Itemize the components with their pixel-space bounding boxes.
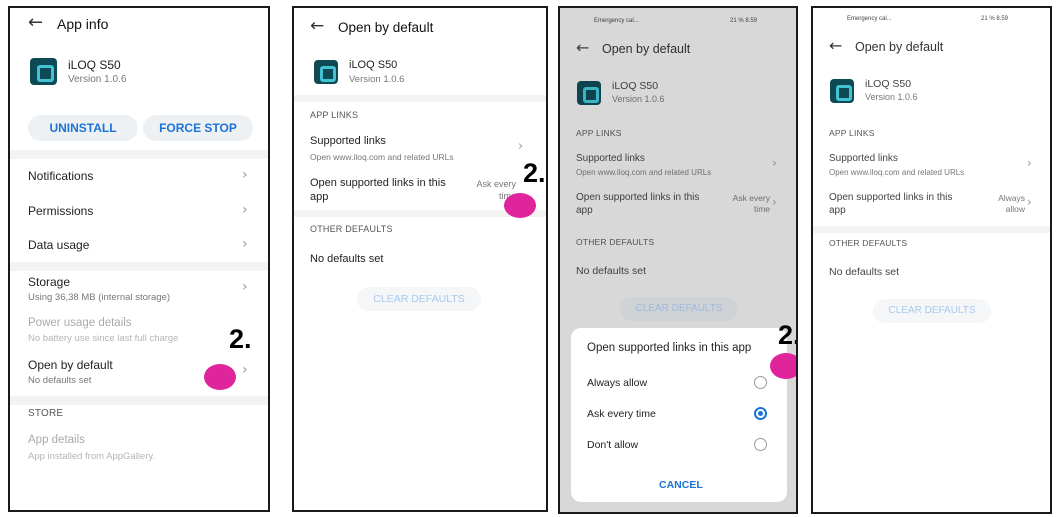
highlight-marker	[770, 353, 796, 379]
open-supported-links-label: Open supported links in this app	[310, 177, 446, 203]
dialog-title: Open supported links in this app	[587, 342, 752, 354]
radio-icon[interactable]	[754, 376, 767, 389]
radio-icon[interactable]	[754, 438, 767, 451]
app-name: iLOQ S50	[68, 58, 121, 72]
cancel-button[interactable]: CANCEL	[659, 479, 703, 491]
page-title: Open by default	[855, 40, 944, 54]
app-name: iLOQ S50	[349, 59, 398, 71]
chevron-right-icon: ›	[242, 202, 248, 218]
power-usage-label: Power usage details	[28, 317, 132, 329]
uninstall-button[interactable]: UNINSTALL	[28, 115, 138, 141]
app-version: Version 1.0.6	[865, 92, 918, 102]
page-title: Open by default	[338, 20, 434, 35]
store-section-header: STORE	[28, 408, 64, 419]
option-label: Don't allow	[587, 439, 639, 451]
app-icon	[30, 58, 57, 85]
app-name: iLOQ S50	[865, 78, 912, 90]
step-label: 2.	[523, 158, 546, 188]
app-icon	[314, 60, 338, 84]
screen-open-by-default-dialog: Emergency cal... 21 % 8.59 ← Open by def…	[558, 6, 798, 514]
back-arrow-icon[interactable]: ←	[829, 36, 842, 55]
open-by-default-label: Open by default	[28, 358, 113, 372]
option-label: Ask every time	[587, 408, 656, 420]
divider	[294, 95, 546, 102]
chevron-right-icon: ›	[518, 139, 524, 154]
open-links-dialog: Open supported links in this app Always …	[571, 328, 787, 502]
open-supported-links-value: Always allow	[998, 193, 1025, 214]
screen-open-by-default-result: Emergency cal... 21 % 8.59 ← Open by def…	[811, 6, 1052, 514]
radio-selected-icon[interactable]	[754, 407, 767, 420]
open-by-default-sub: No defaults set	[28, 375, 92, 386]
storage-sub: Using 36,38 MB (internal storage)	[28, 292, 171, 303]
open-supported-links-label: Open supported links in this app	[829, 192, 953, 216]
back-arrow-icon[interactable]: ←	[28, 12, 43, 33]
divider	[813, 226, 1050, 233]
screen-app-info: ← App info iLOQ S50 Version 1.0.6 UNINST…	[8, 6, 270, 512]
step-label: 2.	[229, 324, 252, 354]
chevron-right-icon: ›	[1027, 156, 1032, 170]
option-label: Always allow	[587, 377, 648, 389]
notifications-label: Notifications	[28, 169, 94, 183]
status-carrier: Emergency cal...	[847, 16, 892, 22]
supported-links-sub: Open www.iloq.com and related URLs	[310, 152, 454, 162]
data-usage-label: Data usage	[28, 238, 90, 252]
supported-links-label: Supported links	[829, 153, 898, 164]
supported-links-label: Supported links	[310, 135, 386, 147]
app-links-section-header: APP LINKS	[310, 110, 359, 120]
no-defaults-text: No defaults set	[310, 253, 384, 265]
clear-defaults-button[interactable]: CLEAR DEFAULTS	[873, 299, 991, 323]
divider	[10, 150, 268, 159]
app-details-label: App details	[28, 434, 85, 446]
other-defaults-section-header: OTHER DEFAULTS	[310, 224, 393, 234]
storage-label: Storage	[28, 275, 71, 289]
app-version: Version 1.0.6	[349, 74, 405, 85]
no-defaults-text: No defaults set	[829, 266, 900, 278]
chevron-right-icon: ›	[1027, 195, 1032, 209]
page-title: App info	[57, 16, 109, 32]
screen-open-by-default: ← Open by default iLOQ S50 Version 1.0.6…	[292, 6, 548, 512]
supported-links-sub: Open www.iloq.com and related URLs	[829, 168, 965, 177]
power-usage-sub: No battery use since last full charge	[28, 333, 179, 344]
app-links-section-header: APP LINKS	[829, 128, 875, 138]
step-label: 2.	[778, 320, 796, 350]
clear-defaults-button[interactable]: CLEAR DEFAULTS	[357, 287, 481, 311]
permissions-label: Permissions	[28, 204, 94, 218]
other-defaults-section-header: OTHER DEFAULTS	[829, 238, 908, 248]
chevron-right-icon: ›	[242, 236, 248, 252]
status-battery-time: 21 % 8.59	[981, 16, 1009, 22]
chevron-right-icon: ›	[242, 167, 248, 183]
app-details-sub: App installed from AppGallery.	[28, 451, 156, 462]
app-icon	[830, 79, 854, 103]
force-stop-button[interactable]: FORCE STOP	[143, 115, 253, 141]
divider	[10, 396, 268, 405]
chevron-right-icon: ›	[242, 362, 248, 378]
highlight-marker	[204, 364, 236, 390]
divider	[10, 262, 268, 271]
chevron-right-icon: ›	[242, 279, 248, 295]
highlight-marker	[504, 193, 536, 218]
back-arrow-icon[interactable]: ←	[310, 16, 324, 36]
app-version: Version 1.0.6	[68, 74, 127, 85]
